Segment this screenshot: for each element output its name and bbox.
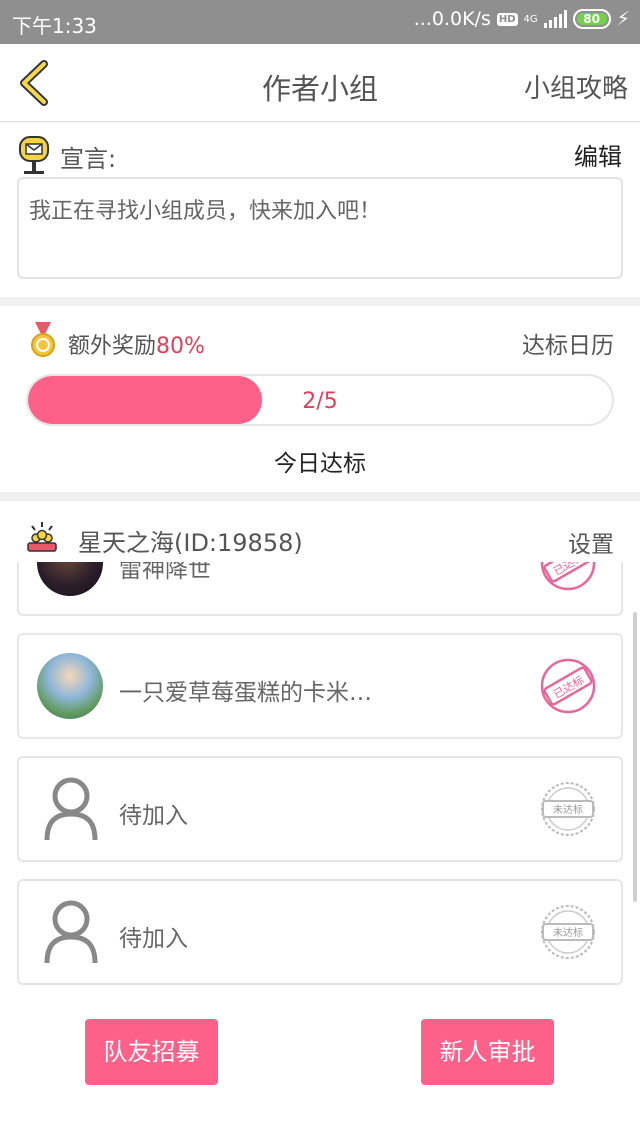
declaration-section: 宣言: 编辑 我正在寻找小组成员，快来加入吧！ — [0, 123, 640, 298]
member-card[interactable]: 一只爱草莓蛋糕的卡米… 已达标 — [17, 633, 623, 739]
member-name: 一只爱草莓蛋糕的卡米… — [119, 680, 372, 706]
edit-declaration-button[interactable]: 编辑 — [574, 137, 622, 172]
group-settings-link[interactable]: 设置 — [568, 525, 614, 559]
stamp-text: 未达标 — [553, 804, 583, 816]
member-card[interactable]: 雷神降世 已达标 — [17, 562, 623, 616]
today-label: 今日达标 — [274, 451, 366, 477]
section-divider — [0, 297, 640, 306]
group-header: 星天之海(ID:19858) 设置 — [0, 501, 640, 561]
declaration-text: 我正在寻找小组成员，快来加入吧！ — [17, 177, 623, 279]
user-placeholder-icon — [44, 900, 98, 964]
net-type-label: 4G — [523, 13, 538, 25]
nav-bar: 作者小组 小组攻略 — [0, 44, 640, 122]
extra-reward-label: 额外奖励80% — [68, 328, 205, 360]
stamp-text: 已达标 — [551, 562, 587, 578]
progress-bar: 2/5 — [26, 374, 614, 426]
reward-section: 额外奖励80% 达标日历 2/5 今日达标 — [0, 306, 640, 492]
progress-count: 2/5 — [302, 389, 338, 414]
user-placeholder-icon — [44, 777, 98, 841]
medal-icon — [31, 322, 55, 357]
status-bar: 下午1:33 ...0.0K/s HD 4G 80 ⚡ — [0, 0, 640, 44]
status-icons: ...0.0K/s HD 4G 80 ⚡ — [414, 8, 630, 30]
member-name: 待加入 — [119, 803, 188, 829]
approve-button[interactable]: 新人审批 — [421, 1019, 554, 1085]
list-scrollbar[interactable] — [633, 612, 637, 902]
not-done-stamp-icon: 未达标 — [541, 905, 595, 959]
signal-icon — [543, 10, 567, 28]
member-list[interactable]: 雷神降世 已达标 一只爱草莓蛋糕的卡米… 已达标 待加入 未达标 待加入 未达标 — [0, 562, 640, 988]
mailbox-icon — [19, 136, 49, 174]
network-speed: ...0.0K/s — [413, 8, 491, 30]
done-stamp-icon: 已达标 — [540, 658, 596, 714]
member-card[interactable]: 待加入 未达标 — [17, 756, 623, 862]
recruit-button[interactable]: 队友招募 — [85, 1019, 218, 1085]
battery-icon: 80 — [572, 9, 611, 29]
member-name: 雷神降世 — [119, 562, 211, 583]
extra-reward-text: 额外奖励 — [68, 334, 157, 359]
calendar-link[interactable]: 达标日历 — [522, 326, 614, 360]
charging-icon: ⚡ — [616, 8, 630, 30]
group-name: 星天之海(ID:19858) — [78, 529, 303, 557]
section-divider — [0, 492, 640, 501]
member-name: 待加入 — [119, 926, 188, 952]
done-stamp-icon: 已达标 — [540, 562, 596, 591]
group-icon — [27, 522, 57, 552]
status-time: 下午1:33 — [12, 14, 97, 38]
not-done-stamp-icon: 未达标 — [541, 782, 595, 836]
hd-icon: HD — [496, 12, 518, 26]
member-avatar — [37, 562, 103, 596]
battery-level: 80 — [576, 13, 607, 25]
group-guide-link[interactable]: 小组攻略 — [524, 68, 628, 105]
stamp-text: 未达标 — [553, 927, 583, 939]
declaration-label: 宣言: — [60, 145, 117, 173]
extra-reward-percent: 80% — [156, 334, 205, 359]
member-card[interactable]: 待加入 未达标 — [17, 879, 623, 985]
member-avatar — [37, 653, 103, 719]
